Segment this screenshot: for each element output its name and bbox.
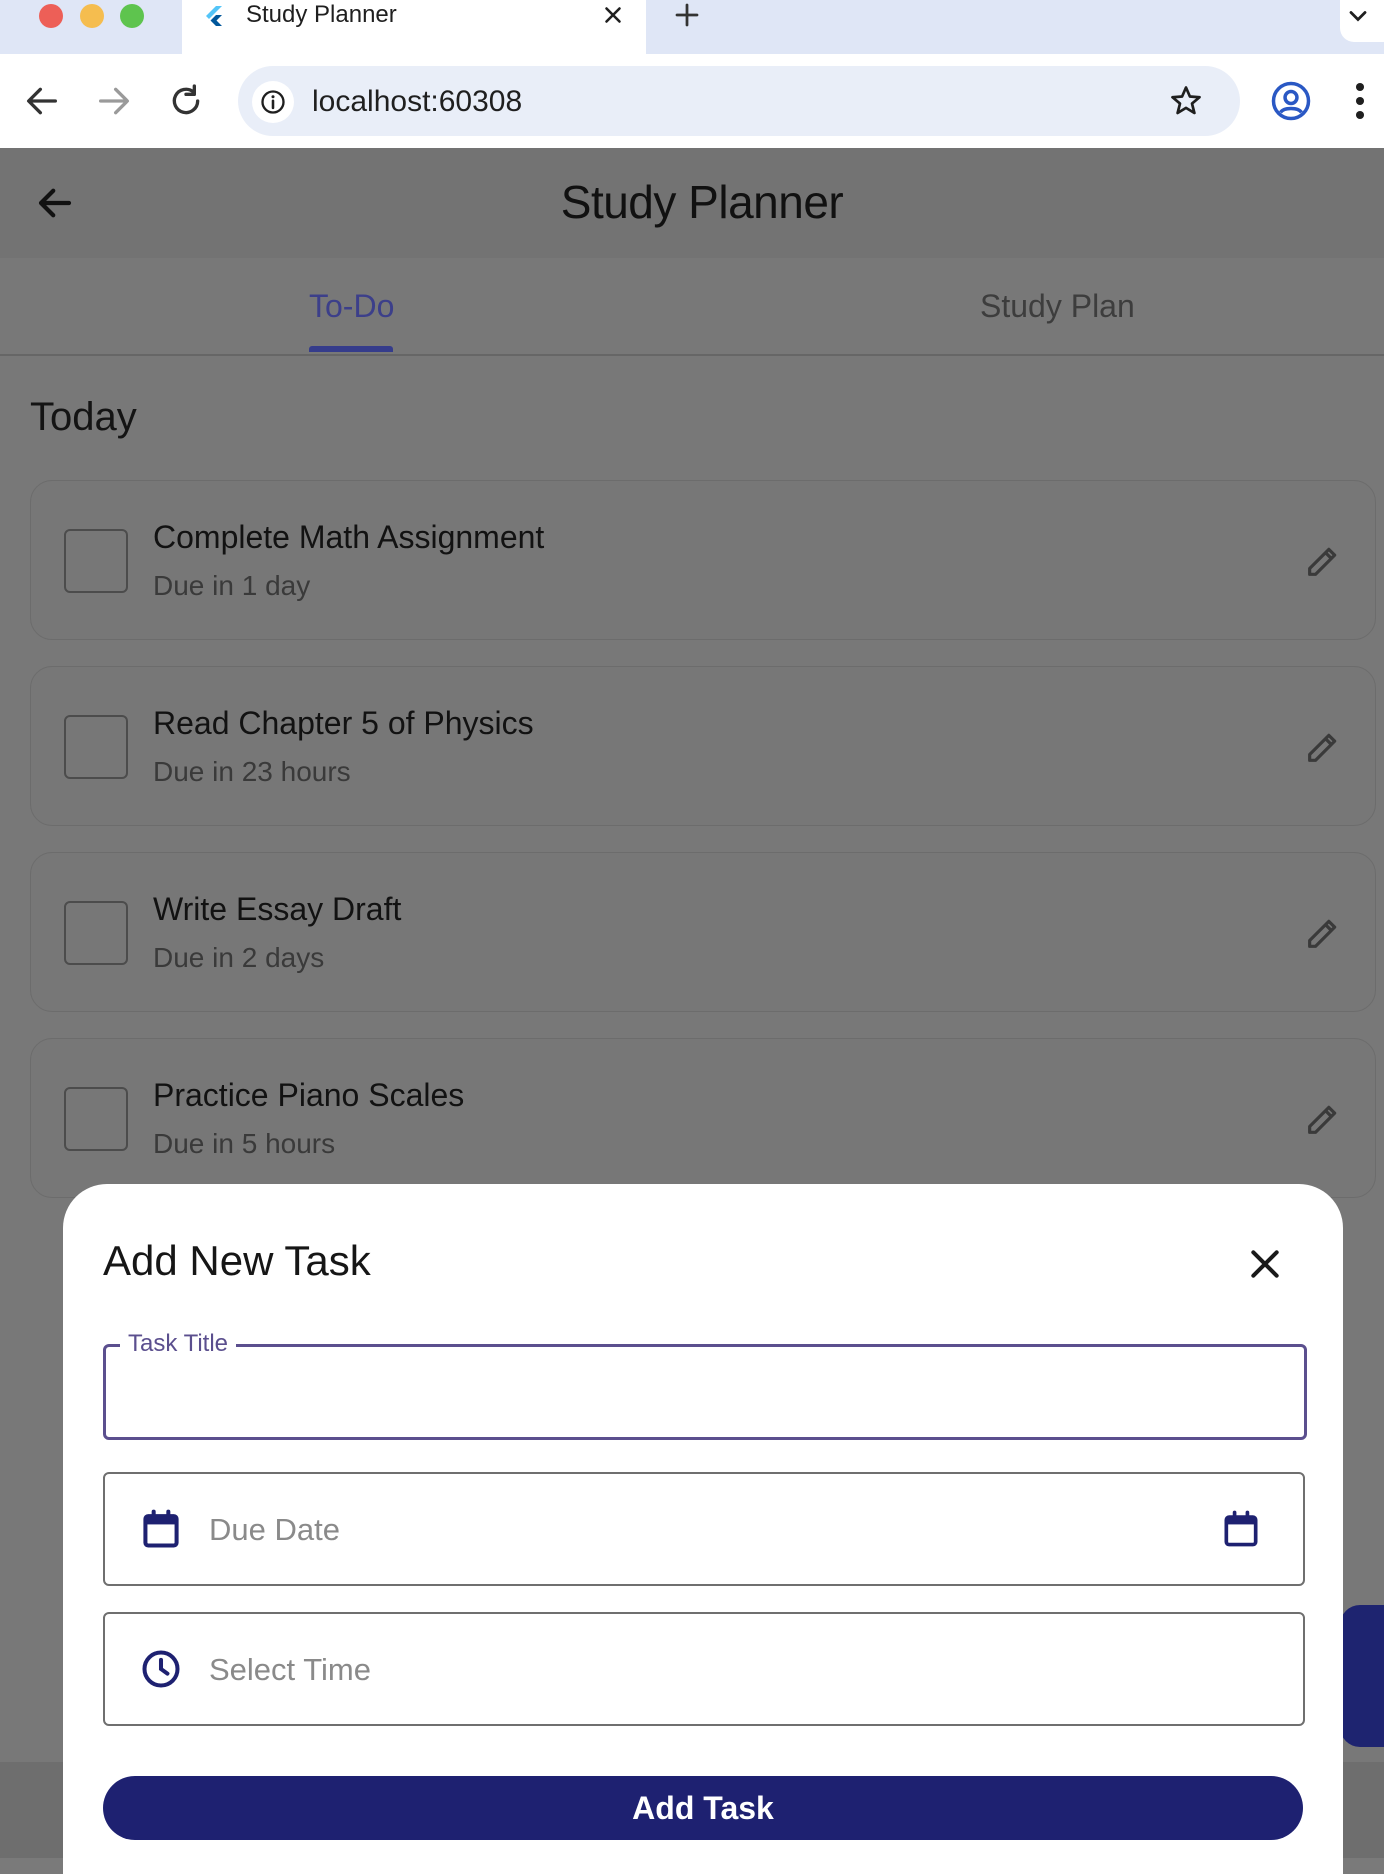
tab-indicator: [309, 346, 393, 352]
tab-to-do[interactable]: To-Do: [309, 286, 394, 326]
section-title-today: Today: [30, 395, 137, 439]
task-due: Due in 23 hours: [153, 756, 351, 787]
task-title-field[interactable]: Task Title: [103, 1331, 1307, 1440]
app-bar: Study Planner: [0, 148, 1384, 258]
task-title-label: Task Title: [120, 1331, 237, 1357]
chevron-down-icon: [1349, 11, 1367, 22]
close-icon[interactable]: [600, 2, 626, 28]
tab-study-plan[interactable]: Study Plan: [980, 286, 1135, 326]
due-date-placeholder: Due Date: [209, 1512, 340, 1547]
browser-tab[interactable]: Study Planner: [182, 0, 646, 54]
close-icon[interactable]: [1245, 1244, 1285, 1284]
due-date-field[interactable]: Due Date: [103, 1472, 1305, 1586]
task-title: Read Chapter 5 of Physics: [153, 705, 534, 741]
task-due: Due in 5 hours: [153, 1128, 336, 1159]
url-text: localhost:60308: [312, 85, 523, 118]
task-card[interactable]: Practice Piano Scales Due in 5 hours: [30, 1038, 1376, 1198]
task-checkbox[interactable]: [64, 715, 128, 779]
tab-bar: To-Do Study Plan: [0, 258, 1384, 356]
browser-toolbar: localhost:60308: [0, 54, 1384, 149]
task-checkbox[interactable]: [64, 1087, 128, 1151]
window-minimize-button[interactable]: [80, 4, 104, 28]
site-info-button[interactable]: [252, 81, 294, 123]
floating-action-button[interactable]: [1340, 1605, 1384, 1747]
task-due: Due in 1 day: [153, 570, 311, 601]
time-field[interactable]: Select Time: [103, 1612, 1305, 1726]
plus-icon[interactable]: [672, 0, 702, 30]
add-task-button[interactable]: Add Task: [103, 1776, 1303, 1840]
task-card[interactable]: Complete Math Assignment Due in 1 day: [30, 480, 1376, 640]
forward-icon[interactable]: [94, 81, 134, 121]
star-icon[interactable]: [1168, 83, 1204, 119]
edit-icon[interactable]: [1303, 727, 1343, 767]
task-card[interactable]: Write Essay Draft Due in 2 days: [30, 852, 1376, 1012]
calendar-icon: [143, 1509, 179, 1548]
back-icon[interactable]: [22, 81, 62, 121]
task-title: Write Essay Draft: [153, 891, 402, 927]
sheet-title: Add New Task: [103, 1237, 371, 1284]
flutter-favicon-icon: [206, 6, 222, 26]
task-card[interactable]: Read Chapter 5 of Physics Due in 23 hour…: [30, 666, 1376, 826]
task-title: Complete Math Assignment: [153, 519, 545, 555]
time-placeholder: Select Time: [209, 1652, 371, 1687]
address-bar[interactable]: localhost:60308: [238, 66, 1240, 136]
calendar-picker-icon[interactable]: [1219, 1507, 1263, 1551]
window-close-button[interactable]: [39, 4, 63, 28]
task-title: Practice Piano Scales: [153, 1077, 465, 1113]
browser-tab-title: Study Planner: [246, 1, 397, 28]
page-title: Study Planner: [560, 176, 844, 228]
edit-icon[interactable]: [1303, 913, 1343, 953]
task-checkbox[interactable]: [64, 529, 128, 593]
more-vert-icon[interactable]: [1350, 80, 1370, 122]
info-icon: [261, 90, 285, 114]
edit-icon[interactable]: [1303, 1099, 1343, 1139]
window-maximize-button[interactable]: [120, 4, 144, 28]
reload-icon[interactable]: [166, 81, 206, 121]
tab-search-button[interactable]: [1340, 0, 1384, 42]
profile-icon[interactable]: [1270, 80, 1312, 122]
task-due: Due in 2 days: [153, 942, 325, 973]
edit-icon[interactable]: [1303, 541, 1343, 581]
browser-tab-strip: Study Planner: [0, 0, 1384, 54]
task-checkbox[interactable]: [64, 901, 128, 965]
clock-icon: [142, 1650, 180, 1688]
add-task-sheet: Add New Task Task Title Due Date Select …: [63, 1184, 1343, 1874]
